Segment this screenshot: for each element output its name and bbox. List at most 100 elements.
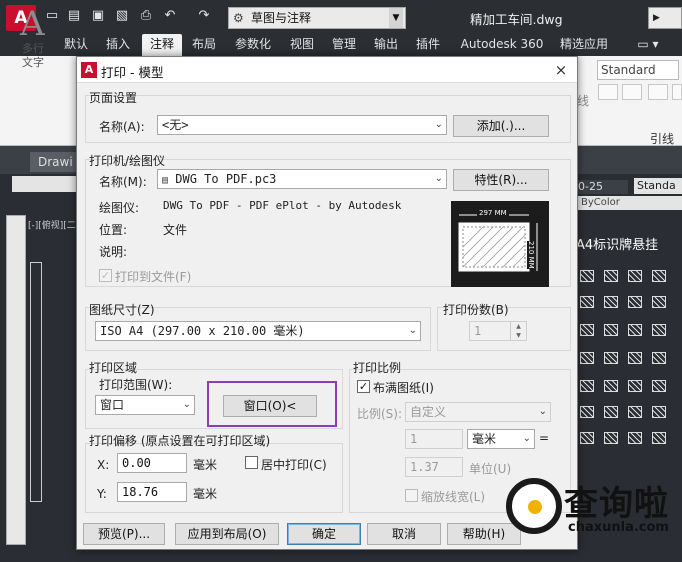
add-page-setup-button[interactable]: 添加(.)... [453, 115, 549, 137]
redo-icon[interactable]: ↷ [196, 8, 212, 24]
tab-output[interactable]: 输出 [368, 34, 404, 56]
chevron-down-icon: ⌄ [522, 433, 531, 444]
watermark-url: chaxunla.com [568, 520, 669, 535]
dim-style-select[interactable]: Standa [634, 178, 682, 194]
scale-unit-select[interactable]: 毫米 ⌄ [467, 429, 535, 449]
tab-annotate[interactable]: 注释 [142, 34, 182, 56]
hatch-cell [580, 432, 594, 444]
paper-size-select[interactable]: ISO A4 (297.00 x 210.00 毫米) ⌄ [95, 321, 421, 341]
hatch-cell [628, 432, 642, 444]
page-setup-name-value: <无> [162, 118, 189, 132]
close-icon[interactable]: × [551, 60, 571, 80]
tab-manage[interactable]: 管理 [326, 34, 362, 56]
viewport-label[interactable]: [-][俯视][二 [28, 218, 76, 231]
scale-lineweights-checkbox[interactable] [405, 489, 418, 502]
center-plot-label: 居中打印(C) [261, 458, 327, 472]
drawing-file-tab[interactable]: Drawi [30, 152, 80, 172]
hatch-cell [628, 296, 642, 308]
leader-tool-icon[interactable] [598, 84, 618, 100]
scale-ratio-value: 自定义 [410, 405, 447, 419]
leader-remove-icon[interactable] [648, 84, 668, 100]
tab-autodesk-360[interactable]: Autodesk 360 [456, 34, 548, 56]
search-input[interactable]: ▶ [648, 7, 682, 29]
drawing-toolbar[interactable] [12, 176, 82, 192]
tab-parametric[interactable]: 参数化 [228, 34, 278, 56]
hatch-cell [604, 432, 618, 444]
scale-ratio-select[interactable]: 自定义 ⌄ [405, 402, 551, 422]
scale-ratio-label: 比例(S): [357, 407, 403, 421]
multiline-text-icon[interactable]: A [20, 4, 45, 44]
plot-range-value: 窗口 [100, 398, 125, 412]
hatch-cell [580, 380, 594, 392]
save-as-icon[interactable]: ▧ [114, 8, 130, 24]
hatch-cell [652, 352, 666, 364]
center-plot-checkbox[interactable] [245, 456, 258, 469]
tab-panel-toggle[interactable]: ▭ ▾ [628, 34, 668, 56]
open-file-icon[interactable]: ▤ [66, 8, 82, 24]
workspace-selector[interactable]: ⚙ 草图与注释 ▼ [228, 7, 406, 29]
text-label: 文字 [22, 56, 44, 69]
hatch-cell [604, 324, 618, 336]
apply-to-layout-button[interactable]: 应用到布局(O) [175, 523, 279, 545]
printer-name-select[interactable]: ▤ DWG To PDF.pc3 ⌄ [157, 169, 447, 189]
plot-scale-group-label: 打印比例 [353, 361, 402, 375]
plot-range-label: 打印范围(W): [99, 378, 173, 392]
print-to-file-checkbox[interactable]: ✓ [99, 269, 112, 282]
plot-range-select[interactable]: 窗口 ⌄ [95, 395, 195, 415]
scale-unit-value: 毫米 [472, 432, 497, 446]
hatch-cell [628, 380, 642, 392]
tab-featured-apps[interactable]: 精选应用 [554, 34, 614, 56]
plot-area-group-label: 打印区域 [89, 361, 138, 375]
tab-layout[interactable]: 布局 [186, 34, 222, 56]
tab-insert[interactable]: 插入 [100, 34, 136, 56]
print-icon[interactable]: ⎙ [138, 8, 154, 24]
chevron-down-icon: ⌄ [538, 406, 547, 417]
fit-to-paper-label: 布满图纸(I) [373, 381, 434, 395]
paper-preview: 297 MM 210 MM [451, 201, 549, 287]
description-label: 说明: [99, 245, 128, 259]
save-icon[interactable]: ▣ [90, 8, 106, 24]
offset-x-input[interactable]: 0.00 [117, 453, 187, 473]
leader-align-icon[interactable] [672, 84, 682, 100]
workspace-label: 草图与注释 [251, 11, 312, 25]
ok-button[interactable]: 确定 [287, 523, 361, 545]
hatch-cell [604, 352, 618, 364]
tab-view[interactable]: 视图 [284, 34, 320, 56]
preview-button[interactable]: 预览(P)... [83, 523, 165, 545]
color-select[interactable]: ByColor [578, 196, 682, 210]
preview-height-label: 210 MM [527, 241, 535, 269]
hatch-cell [580, 406, 594, 418]
location-value: 文件 [163, 223, 188, 237]
hatch-cell [604, 380, 618, 392]
preview-width-label: 297 MM [477, 209, 509, 217]
hatch-cell [628, 352, 642, 364]
copies-stepper[interactable]: ▲ ▼ [510, 322, 526, 340]
cancel-button[interactable]: 取消 [367, 523, 441, 545]
autocad-logo-icon: A [81, 62, 97, 78]
undo-icon[interactable]: ↶ [162, 8, 178, 24]
fit-to-paper-checkbox[interactable]: ✓ [357, 380, 370, 393]
scale-numerator-input[interactable]: 1 [405, 429, 463, 449]
hatch-cell [580, 352, 594, 364]
printer-properties-button[interactable]: 特性(R)... [453, 169, 549, 191]
scale-lineweights-label: 缩放线宽(L) [421, 490, 486, 504]
plot-offset-group-label: 打印偏移 (原点设置在可打印区域) [89, 434, 271, 448]
multiline-text-button[interactable]: 多行 文字 [22, 42, 44, 70]
hatch-cell [580, 270, 594, 282]
offset-y-input[interactable]: 18.76 [117, 482, 187, 502]
draw-tools-toolbar[interactable] [6, 215, 26, 545]
leader-add-icon[interactable] [622, 84, 642, 100]
chevron-down-icon: ⌄ [434, 119, 443, 130]
new-file-icon[interactable]: ▭ [44, 8, 60, 24]
page-setup-group-label: 页面设置 [89, 91, 138, 105]
tab-default[interactable]: 默认 [58, 34, 94, 56]
text-style-select[interactable]: Standard [597, 60, 679, 80]
hatch-cell [652, 380, 666, 392]
tab-plugins[interactable]: 插件 [410, 34, 446, 56]
chevron-down-icon: ⌄ [434, 173, 443, 184]
scale-denominator-input[interactable]: 1.37 [405, 457, 463, 477]
page-setup-name-select[interactable]: <无> ⌄ [157, 115, 447, 135]
plotter-value: DWG To PDF - PDF ePlot - by Autodesk [163, 199, 402, 212]
offset-x-label: X: [97, 458, 110, 472]
gear-icon: ⚙ [233, 11, 244, 25]
